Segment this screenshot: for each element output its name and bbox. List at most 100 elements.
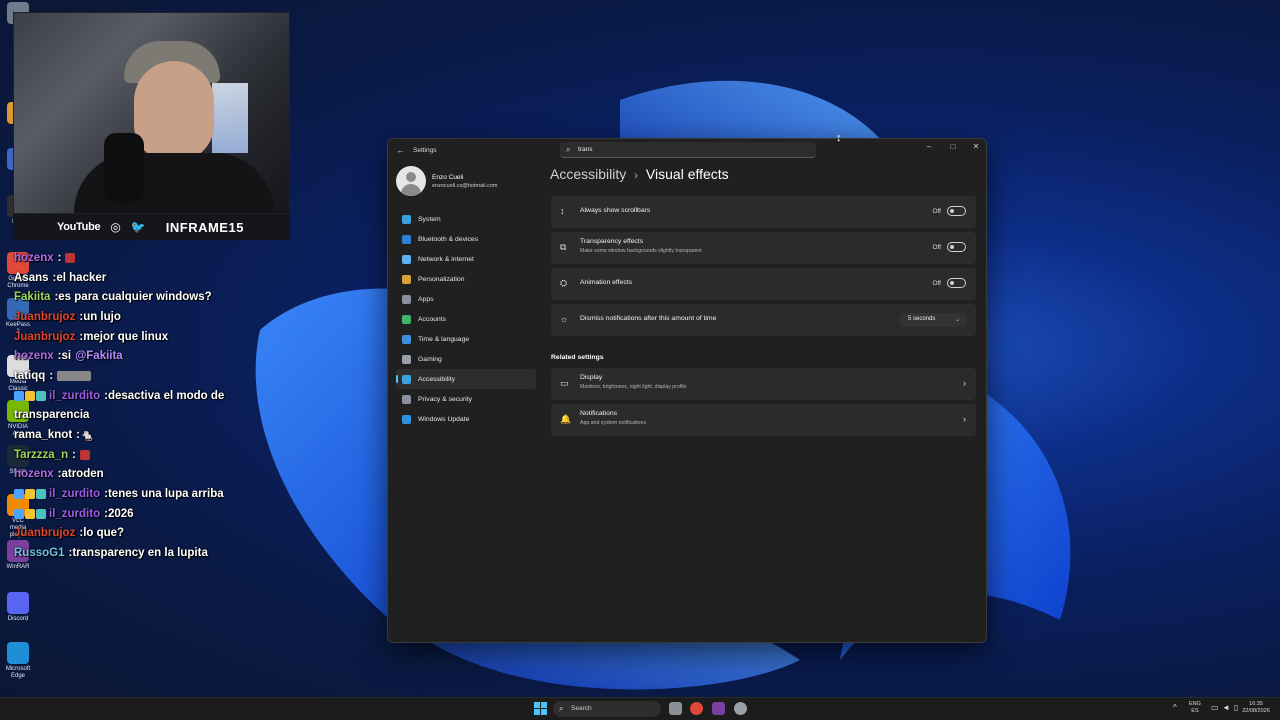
desktop-icon[interactable]: Microsoft Edge	[4, 642, 32, 680]
chat-text: es para cualquier windows?	[58, 291, 212, 304]
nav-icon	[402, 354, 411, 364]
nav-icon	[402, 254, 411, 264]
chat-text: desactiva el modo de	[107, 389, 225, 402]
chrome-icon[interactable]	[690, 702, 703, 715]
chat-message: tatiqq:	[14, 366, 314, 386]
settings-window: ← Settings ⌕ trans – □ ✕ Enzo Cueli enzo…	[387, 138, 987, 643]
avatar	[396, 166, 426, 196]
nav-item-system[interactable]: System	[396, 209, 536, 229]
setting-icon: ☼	[560, 314, 569, 324]
desktop-icon[interactable]: Discord	[4, 592, 32, 623]
nav-item-time-language[interactable]: Time & language	[396, 329, 536, 349]
chat-message: transparencia	[14, 406, 314, 426]
maximize-icon[interactable]: □	[947, 142, 959, 151]
nav-label: Accessibility	[418, 375, 456, 383]
chat-username: Tarzzza_n	[14, 448, 69, 461]
related-settings-heading: Related settings	[551, 354, 604, 361]
file-explorer-icon[interactable]	[669, 702, 682, 715]
twitch-icon[interactable]	[712, 702, 725, 715]
nav-icon	[402, 394, 411, 404]
nav-icon	[402, 214, 411, 224]
nav-label: System	[418, 215, 441, 223]
nav-icon	[402, 414, 411, 424]
badge-icon	[25, 489, 35, 500]
nav-label: Windows Update	[418, 415, 470, 423]
chat-username: hozenx	[14, 251, 54, 264]
titlebar: ← Settings ⌕ trans – □ ✕	[388, 139, 986, 161]
nav-label: Bluetooth & devices	[418, 235, 479, 243]
chat-message: il_zurdito: desactiva el modo de	[14, 386, 314, 406]
clock[interactable]: 16:35 22/08/2026	[1238, 701, 1274, 715]
nav-icon	[402, 374, 411, 384]
app-icon	[7, 642, 29, 664]
page-title: Visual effects	[645, 166, 729, 182]
breadcrumb-parent[interactable]: Accessibility	[550, 166, 626, 182]
settings-search-input[interactable]: ⌕ trans	[560, 142, 816, 158]
toggle-state-label: Off	[932, 208, 941, 215]
app-title: Settings	[413, 147, 437, 154]
nav-item-gaming[interactable]: Gaming	[396, 349, 536, 369]
chat-username: hozenx	[14, 350, 54, 363]
badge-icon	[36, 390, 46, 401]
toggle-switch[interactable]	[947, 278, 966, 288]
desktop-icon-label: Discord	[7, 616, 29, 622]
chat-username: hozenx	[14, 468, 54, 481]
taskbar: ⌕ Search ^ ENG ES ▭ ◄ ▯ 16:35 22/08/2026	[0, 697, 1280, 720]
chat-colon: :	[49, 369, 54, 382]
nav-icon	[402, 234, 411, 244]
setting-title: Transparency effects	[580, 238, 644, 245]
chevron-up-icon[interactable]: ^	[1173, 703, 1177, 712]
related-title: Display	[580, 374, 603, 381]
setting-subtitle: Make some window backgrounds slightly tr…	[580, 248, 702, 254]
chat-username: il_zurdito	[49, 389, 101, 402]
taskbar-search[interactable]: ⌕ Search	[553, 701, 661, 717]
chat-message: hozenx:	[14, 248, 314, 268]
chat-badges	[14, 508, 46, 519]
user-profile[interactable]: Enzo Cueli enzocueli.cs@hotmail.com	[396, 166, 536, 196]
related-icon: 🔔	[560, 414, 572, 424]
badge-icon	[25, 508, 35, 519]
minimize-icon[interactable]: –	[923, 142, 935, 151]
related-setting-row[interactable]: 🔔 Notifications App and system notificatio…	[551, 404, 976, 436]
nav-item-accounts[interactable]: Accounts	[396, 309, 536, 329]
nav-item-accessibility[interactable]: Accessibility	[396, 369, 536, 389]
nav-item-network-internet[interactable]: Network & internet	[396, 249, 536, 269]
chat-username: il_zurdito	[49, 488, 101, 501]
back-arrow-icon[interactable]: ←	[396, 145, 405, 155]
chat-message: hozenx: atroden	[14, 465, 314, 485]
chat-message: il_zurdito: 2026	[14, 504, 314, 524]
setting-row[interactable]: ⛭ Animation effects Off	[551, 268, 976, 300]
network-icon[interactable]: ▭	[1211, 703, 1219, 712]
chat-username: Fakiita	[14, 291, 51, 304]
setting-row[interactable]: ☼ Dismiss notifications after this amount…	[551, 304, 976, 336]
related-setting-row[interactable]: ▭ Display Monitors, brightness, night ligh…	[551, 368, 976, 400]
toggle-switch[interactable]	[947, 206, 966, 216]
emote-icon	[79, 449, 90, 460]
timeout-dropdown[interactable]: 5 seconds ⌄	[900, 313, 966, 327]
chat-badges	[14, 489, 46, 500]
nav-item-personalization[interactable]: Personalization	[396, 269, 536, 289]
chat-text: 🐁	[80, 430, 95, 443]
close-icon[interactable]: ✕	[970, 142, 982, 151]
setting-row[interactable]: ↕ Always show scrollbars Off	[551, 196, 976, 228]
chat-colon: :	[57, 251, 62, 264]
settings-gear-icon[interactable]	[734, 702, 747, 715]
nav-icon	[402, 294, 411, 304]
language-indicator[interactable]: ENG ES	[1189, 701, 1201, 715]
chat-colon: :	[72, 448, 76, 461]
badge-icon	[14, 390, 24, 401]
nav-item-privacy-security[interactable]: Privacy & security	[396, 389, 536, 409]
chat-text: tenes una lupa arriba	[107, 488, 224, 501]
setting-row[interactable]: ⧉ Transparency effects Make some window ba…	[551, 232, 976, 264]
start-button[interactable]	[534, 702, 547, 715]
chat-text: un lujo	[83, 310, 121, 323]
volume-icon[interactable]: ◄	[1222, 703, 1230, 712]
setting-icon: ↕	[560, 206, 565, 216]
nav-item-bluetooth-devices[interactable]: Bluetooth & devices	[396, 229, 536, 249]
chat-username: il_zurdito	[49, 507, 101, 520]
chat-badges	[14, 390, 46, 401]
nav-item-windows-update[interactable]: Windows Update	[396, 409, 536, 429]
toggle-switch[interactable]	[947, 242, 966, 252]
nav-item-apps[interactable]: Apps	[396, 289, 536, 309]
nav-label: Time & language	[418, 335, 470, 343]
